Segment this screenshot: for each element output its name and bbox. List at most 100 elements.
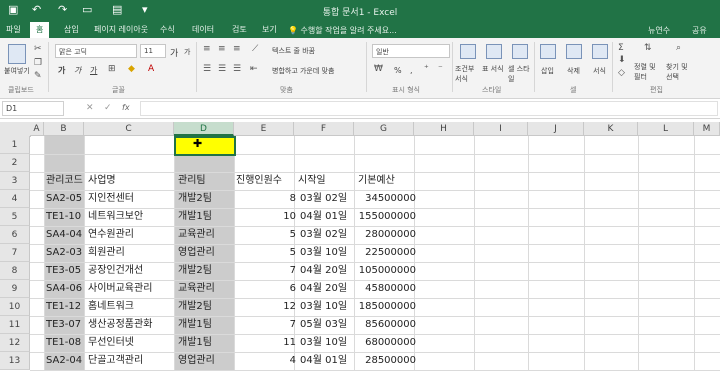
column-header-a[interactable]: A (30, 122, 44, 136)
merge-center-button[interactable]: 병합하고 가운데 맞춤 (272, 66, 334, 76)
cell-team[interactable]: 개발1팀 (178, 208, 212, 226)
cell-style-button[interactable]: 셀 스타일 (508, 64, 534, 84)
tab-page-layout[interactable]: 페이지 레이아웃 (94, 24, 148, 35)
wrap-text-button[interactable]: 텍스트 줄 바꿈 (272, 46, 315, 56)
cell-code[interactable]: SA2-05 (46, 190, 82, 208)
cell-code[interactable]: TE1-12 (46, 298, 81, 316)
cell-start[interactable]: 03월 02일 (300, 190, 347, 208)
cell-start[interactable]: 04월 20일 (300, 280, 347, 298)
cell-project[interactable]: 지인전센터 (88, 190, 134, 208)
cell-budget[interactable]: 85600000 (354, 316, 416, 334)
cell-staff[interactable]: 5 (234, 244, 296, 262)
cell-start[interactable]: 03월 10일 (300, 298, 347, 316)
row-header-12[interactable]: 12 (0, 334, 30, 352)
tell-me-box[interactable]: 💡 수행할 작업을 알려 주세요... (288, 25, 397, 36)
user-name[interactable]: 뉴연수 (648, 25, 670, 36)
cell-project[interactable]: 공장인건개선 (88, 262, 143, 280)
cell-code[interactable]: TE1-10 (46, 208, 81, 226)
paste-icon[interactable] (8, 44, 26, 64)
align-left-icon[interactable]: ☰ (203, 64, 211, 74)
number-format-select[interactable]: 일반 (372, 44, 450, 58)
insert-cells-icon[interactable] (540, 44, 556, 59)
fill-icon[interactable]: ⬇ (618, 55, 626, 65)
fill-color-icon[interactable]: ◆ (128, 64, 135, 74)
font-size-up-button[interactable]: 가 (170, 46, 178, 59)
cell-start[interactable]: 03월 10일 (300, 244, 347, 262)
row-header-13[interactable]: 13 (0, 352, 30, 370)
insert-function-button[interactable]: fx (122, 103, 130, 112)
sort-filter-button[interactable]: 정렬 및 필터 (634, 62, 664, 82)
cell-start[interactable]: 03월 02일 (300, 226, 347, 244)
column-header-i[interactable]: I (474, 122, 528, 136)
font-name-select[interactable]: 맑은 고딕 (55, 44, 137, 58)
cell-project[interactable]: 단골고객관리 (88, 352, 143, 370)
format-cells-icon[interactable] (592, 44, 608, 59)
cell-start[interactable]: 05월 03일 (300, 316, 347, 334)
row-header-5[interactable]: 5 (0, 208, 30, 226)
tab-formulas[interactable]: 수식 (160, 24, 175, 35)
find-select-icon[interactable]: ⌕ (676, 43, 681, 53)
enter-icon[interactable]: ✓ (104, 103, 112, 113)
row-header-10[interactable]: 10 (0, 298, 30, 316)
formula-input[interactable] (140, 101, 718, 116)
column-header-k[interactable]: K (584, 122, 638, 136)
bold-button[interactable]: 가 (58, 65, 65, 76)
increase-decimal-icon[interactable]: ⁺ (424, 64, 429, 74)
cell-staff[interactable]: 11 (234, 334, 296, 352)
cell-staff[interactable]: 12 (234, 298, 296, 316)
percent-button[interactable]: % (394, 66, 402, 75)
header-staff[interactable]: 진행인원수 (236, 172, 282, 190)
row-header-11[interactable]: 11 (0, 316, 30, 334)
conditional-format-button[interactable]: 조건부 서식 (455, 64, 481, 84)
find-select-button[interactable]: 찾기 및 선택 (666, 62, 696, 82)
select-all-corner[interactable] (0, 122, 31, 137)
row-header-7[interactable]: 7 (0, 244, 30, 262)
cell-budget[interactable]: 28000000 (354, 226, 416, 244)
cell-budget[interactable]: 28500000 (354, 352, 416, 370)
row-header-1[interactable]: 1 (0, 136, 30, 154)
cut-icon[interactable]: ✂ (34, 44, 42, 54)
font-size-select[interactable]: 11 (140, 44, 166, 58)
cancel-icon[interactable]: ✕ (86, 103, 94, 113)
column-header-h[interactable]: H (414, 122, 474, 136)
cell-budget[interactable]: 45800000 (354, 280, 416, 298)
cell-project[interactable]: 희원관리 (88, 244, 125, 262)
column-header-m[interactable]: M (694, 122, 720, 136)
column-header-d[interactable]: D (174, 122, 234, 136)
cell-budget[interactable]: 22500000 (354, 244, 416, 262)
cell-code[interactable]: SA2-03 (46, 244, 82, 262)
tab-home[interactable]: 홈 (30, 22, 50, 38)
italic-button[interactable]: 가 (74, 65, 81, 76)
cell-project[interactable]: 생산공정품관화 (88, 316, 152, 334)
table-format-button[interactable]: 표 서식 (482, 64, 508, 74)
format-painter-icon[interactable]: ✎ (34, 71, 42, 81)
share-button[interactable]: 공유 (692, 25, 707, 36)
cell-project[interactable]: 무선인터넷 (88, 334, 134, 352)
sort-filter-icon[interactable]: ⇅ (644, 43, 652, 53)
cell-team[interactable]: 개발2팀 (178, 190, 212, 208)
cell-staff[interactable]: 8 (234, 190, 296, 208)
cell-team[interactable]: 개발2팀 (178, 262, 212, 280)
header-budget[interactable]: 기본예산 (358, 172, 395, 190)
cell-staff[interactable]: 5 (234, 226, 296, 244)
active-cell[interactable] (174, 136, 236, 156)
font-size-down-button[interactable]: 가 (184, 47, 190, 57)
name-box[interactable]: D1 (2, 101, 64, 116)
clear-icon[interactable]: ◇ (618, 68, 625, 78)
cell-project[interactable]: 사이버교육관리 (88, 280, 152, 298)
tab-data[interactable]: 데이터 (192, 24, 214, 35)
format-cells-button[interactable]: 서식 (593, 66, 606, 76)
cell-staff[interactable]: 10 (234, 208, 296, 226)
header-start[interactable]: 시작일 (298, 172, 326, 190)
cell-staff[interactable]: 4 (234, 352, 296, 370)
cell-code[interactable]: SA4-04 (46, 226, 82, 244)
cell-staff[interactable]: 6 (234, 280, 296, 298)
cell-team[interactable]: 교육관리 (178, 226, 215, 244)
column-header-f[interactable]: F (294, 122, 354, 136)
tab-view[interactable]: 보기 (262, 24, 277, 35)
column-header-l[interactable]: L (638, 122, 694, 136)
row-header-6[interactable]: 6 (0, 226, 30, 244)
cell-code[interactable]: TE3-05 (46, 262, 81, 280)
cell-code[interactable]: SA2-04 (46, 352, 82, 370)
tab-review[interactable]: 검토 (232, 24, 247, 35)
